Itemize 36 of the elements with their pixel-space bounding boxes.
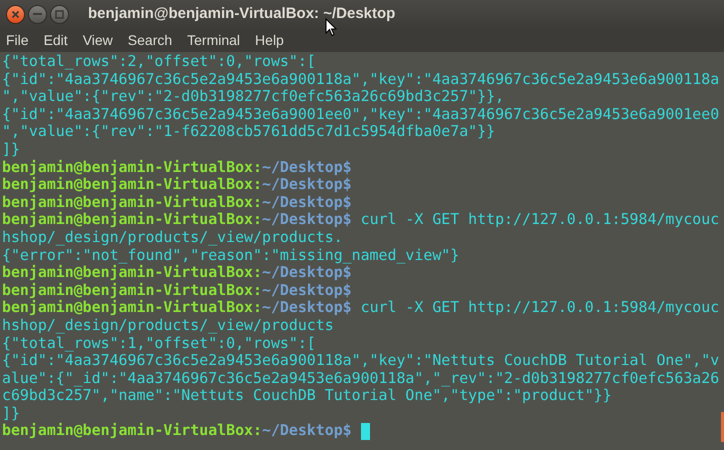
output-line: hshop/_design/products/_view/products. [2, 228, 343, 247]
maximize-icon [55, 10, 64, 19]
output-line: alue":{"_id":"4aa3746967c36c5e2a9453e6a900118a","_rev":"2-d0b3198277cf0efc563a26 [2, 370, 720, 388]
menu-item[interactable]: File [3, 30, 32, 51]
output-line: {"id":"4aa3746967c36c5e2a9453e6a900118a","key":"4aa3746967c36c5e2a9453e6a900118a [2, 70, 720, 88]
scrollbar-thumb[interactable] [721, 412, 724, 442]
minimize-icon [33, 13, 42, 16]
close-icon [11, 10, 20, 19]
prompt-line: benjamin@benjamin-VirtualBox:~/Desktop$ [2, 422, 352, 440]
output-line: ","value":{"rev":"2-d0b3198277cf0efc563a26c69bd3c257"}}, [2, 88, 504, 106]
output-line: {"total_rows":1,"offset":0,"rows":[ [2, 334, 316, 352]
prompt-line: benjamin@benjamin-VirtualBox:~/Desktop$ [2, 264, 352, 282]
prompt-line: benjamin@benjamin-VirtualBox:~/Desktop$ curl -X GET http://127.0.0.1:5984/mycouc [2, 211, 720, 229]
prompt-line: benjamin@benjamin-VirtualBox:~/Desktop$ [2, 194, 352, 212]
output-line: {"total_rows":2,"offset":0,"rows":[ [2, 53, 316, 71]
minimize-button[interactable] [28, 5, 47, 24]
menu-item[interactable]: Edit [40, 30, 71, 51]
output-line: {"id":"4aa3746967c36c5e2a9453e6a9001ee0","key":"4aa3746967c36c5e2a9453e6a9001ee0 [2, 106, 720, 124]
output-line: {"id":"4aa3746967c36c5e2a9453e6a900118a","key":"Nettuts CouchDB Tutorial One","v [2, 352, 720, 370]
maximize-button[interactable] [50, 5, 69, 24]
output-line: c69bd3c257","name":"Nettuts CouchDB Tutorial One","type":"product"}} [2, 387, 612, 405]
output-line: ","value":{"rev":"1-f62208cb5761dd5c7d1c5954dfba0e7a"}} [2, 123, 496, 141]
menu-item[interactable]: View [80, 30, 116, 51]
output-line: {"error":"not_found","reason":"missing_named_view"} [2, 246, 460, 264]
prompt-line: benjamin@benjamin-VirtualBox:~/Desktop$ [2, 176, 352, 194]
close-button[interactable] [6, 5, 25, 24]
menu-item[interactable]: Terminal [184, 30, 244, 51]
menu-item[interactable]: Search [124, 30, 176, 51]
menu-item[interactable]: Help [252, 30, 287, 51]
prompt-line: benjamin@benjamin-VirtualBox:~/Desktop$ curl -X GET http://127.0.0.1:5984/mycouc [2, 299, 720, 317]
output-line: hshop/_design/products/_view/products [2, 316, 334, 334]
window-title: benjamin@benjamin-VirtualBox: ~/Desktop [88, 4, 396, 24]
output-line: ]} [2, 140, 20, 159]
prompt-line: benjamin@benjamin-VirtualBox:~/Desktop$ [2, 282, 352, 300]
prompt-line: benjamin@benjamin-VirtualBox:~/Desktop$ [2, 158, 352, 176]
output-line: ]} [2, 404, 20, 422]
